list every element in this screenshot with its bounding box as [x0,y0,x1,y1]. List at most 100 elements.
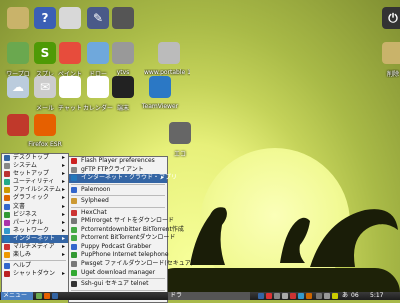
submenu-separator [71,206,165,208]
submenu-item[interactable]: インターネット・クラウド・アプリ ▸ [69,174,177,183]
menu-separator [4,260,66,262]
trash-label: 削除 [386,71,399,78]
terminal-icon[interactable] [112,76,134,98]
submenu-item-label: Flash Player preferences [81,157,155,164]
red-app-icon[interactable] [7,114,29,136]
cloud-icon[interactable]: ☁ [7,76,29,98]
main-menu: デスクトップ ▸ システム ▸ セットアップ ▸ ユーティリティ ▸ ファイルシステム ▸ グラフィ… [1,153,69,294]
player-icon[interactable] [112,42,134,64]
submenu-arrow-icon: ▸ [61,234,65,242]
menu-item[interactable]: セットアップ ▸ [2,170,68,178]
menu-item-label: マルチメディア [13,243,55,251]
draw-icon[interactable] [87,42,109,64]
submenu-item-label: PMirrorget サイトをダウンロード [81,217,174,225]
submenu-item-icon [71,226,77,233]
lock-icon[interactable] [332,293,338,299]
submenu-item[interactable]: PupPhone Internet telephone [69,251,169,260]
submenu-item[interactable]: HexChat [69,209,167,218]
trash-icon[interactable] [382,42,400,64]
submenu-item[interactable]: Palemoon [69,186,167,195]
submenu-item[interactable]: gFTP FTPクライアント [69,166,167,175]
menu-item-label: ユーティリティ [13,178,55,186]
submenu-item[interactable]: PMirrorget サイトをダウンロード [69,217,174,226]
menu-item-label: シャットダウン [13,270,56,278]
submenu-item[interactable]: Pwsget ファイルダウンロード(セキュア) [69,260,193,269]
tray-icon-7[interactable] [306,293,312,299]
player-label: ytvs [116,69,130,76]
menu-item[interactable]: シャットダウン ▸ [2,270,68,278]
menu-item-label: ヘルプ [13,262,32,270]
active-window-tab[interactable]: ドラ [168,292,250,300]
submenu-item-icon [71,209,77,216]
ground [150,268,400,293]
folder-icon-1[interactable] [7,7,29,29]
mail-icon-glyph: ✉ [39,80,51,94]
submenu-item[interactable]: Ssh-gui セキュア telnet [69,280,167,289]
portable-icon[interactable] [158,42,180,64]
menu-item[interactable]: ユーティリティ ▸ [2,178,68,186]
submenu-item-label: PupPhone Internet telephone [81,251,169,259]
tray-icon-5[interactable] [290,293,296,299]
submenu-arrow-icon: ▸ [61,218,65,226]
menu-item[interactable]: 楽しみ ▸ [2,251,68,259]
menu-item[interactable]: ネットワーク ▸ [2,227,68,235]
submenu-item-icon [71,198,77,205]
sheet-icon[interactable]: S [34,42,56,64]
calendar-icon[interactable]: 12 [87,76,109,98]
mail-icon[interactable]: ✉ [34,76,56,98]
firefox-label: Firefox ESR [28,141,62,148]
menu-item-icon [4,179,10,186]
menu-item-label: 楽しみ [13,251,32,259]
submenu-item[interactable]: Puppy Podcast Grabber [69,243,167,252]
submenu-arrow-icon: ▸ [61,202,65,210]
menu-item[interactable]: マルチメディア ▸ [2,243,68,251]
edit-icon[interactable]: ✎ [87,7,109,29]
menu-item-label: パーソナル [13,218,44,226]
submenu-item[interactable]: Sylpheed [69,197,167,206]
network-icon[interactable] [316,293,322,299]
sheet-icon-glyph: S [40,46,50,60]
paint-icon[interactable] [59,42,81,64]
submenu-item-icon [71,166,77,173]
tray-icon-1[interactable] [258,293,264,299]
help-icon[interactable]: ? [34,7,56,29]
tray-icon-2[interactable] [266,293,272,299]
submenu-item-label: Ssh-gui セキュア telnet [81,280,149,288]
calc-icon[interactable] [112,7,134,29]
submenu-item-icon [71,235,77,242]
submenu-item[interactable]: Flash Player preferences [69,157,167,166]
taskbar-app-icon-2[interactable] [44,293,50,299]
submenu-arrow-icon: ▸ [61,186,65,194]
taskbar-app-icon-3[interactable] [52,293,58,299]
date-display: 06 [351,292,359,299]
teamviewer-icon[interactable] [149,76,171,98]
menu-item-label: ビジネス [13,210,38,218]
menu-item[interactable]: インターネット ▸ [2,234,68,244]
submenu-item-label: Uget download manager [81,268,156,276]
power-icon[interactable]: ⏻ [382,7,400,29]
menu-item-label: デスクトップ [13,154,50,161]
menu-item[interactable]: 文書 ▸ [2,203,68,211]
submenu-item-label: Sylpheed [81,197,109,205]
volume-icon[interactable] [324,293,330,299]
chat-icon[interactable] [59,76,81,98]
firefox-icon[interactable] [34,114,56,136]
tray-icon-3[interactable] [274,293,280,299]
submenu-item[interactable]: Uget download manager [69,269,167,278]
ime-indicator[interactable]: あ [342,292,348,300]
menu-item[interactable]: パーソナル ▸ [2,219,68,227]
taskbar-app-icon-1[interactable] [36,293,42,299]
menu-item[interactable]: ビジネス ▸ [2,211,68,219]
disk-icon[interactable] [59,7,81,29]
menu-item[interactable]: デスクトップ ▸ [2,154,68,162]
tray-icon-4[interactable] [282,293,288,299]
tray-icon-6[interactable] [298,293,304,299]
writer-icon[interactable] [7,42,29,64]
menu-button[interactable]: メニュー [1,292,33,300]
menu-item[interactable]: システム ▸ [2,162,68,170]
submenu-item-label: gFTP FTPクライアント [81,165,144,173]
menu-item-label: ネットワーク [13,226,50,234]
ecomail-icon[interactable] [169,122,191,144]
submenu-item[interactable]: Pctorrent BitTorrentダウンロード [69,234,175,243]
menu-item[interactable]: グラフィック ▸ [2,194,68,202]
